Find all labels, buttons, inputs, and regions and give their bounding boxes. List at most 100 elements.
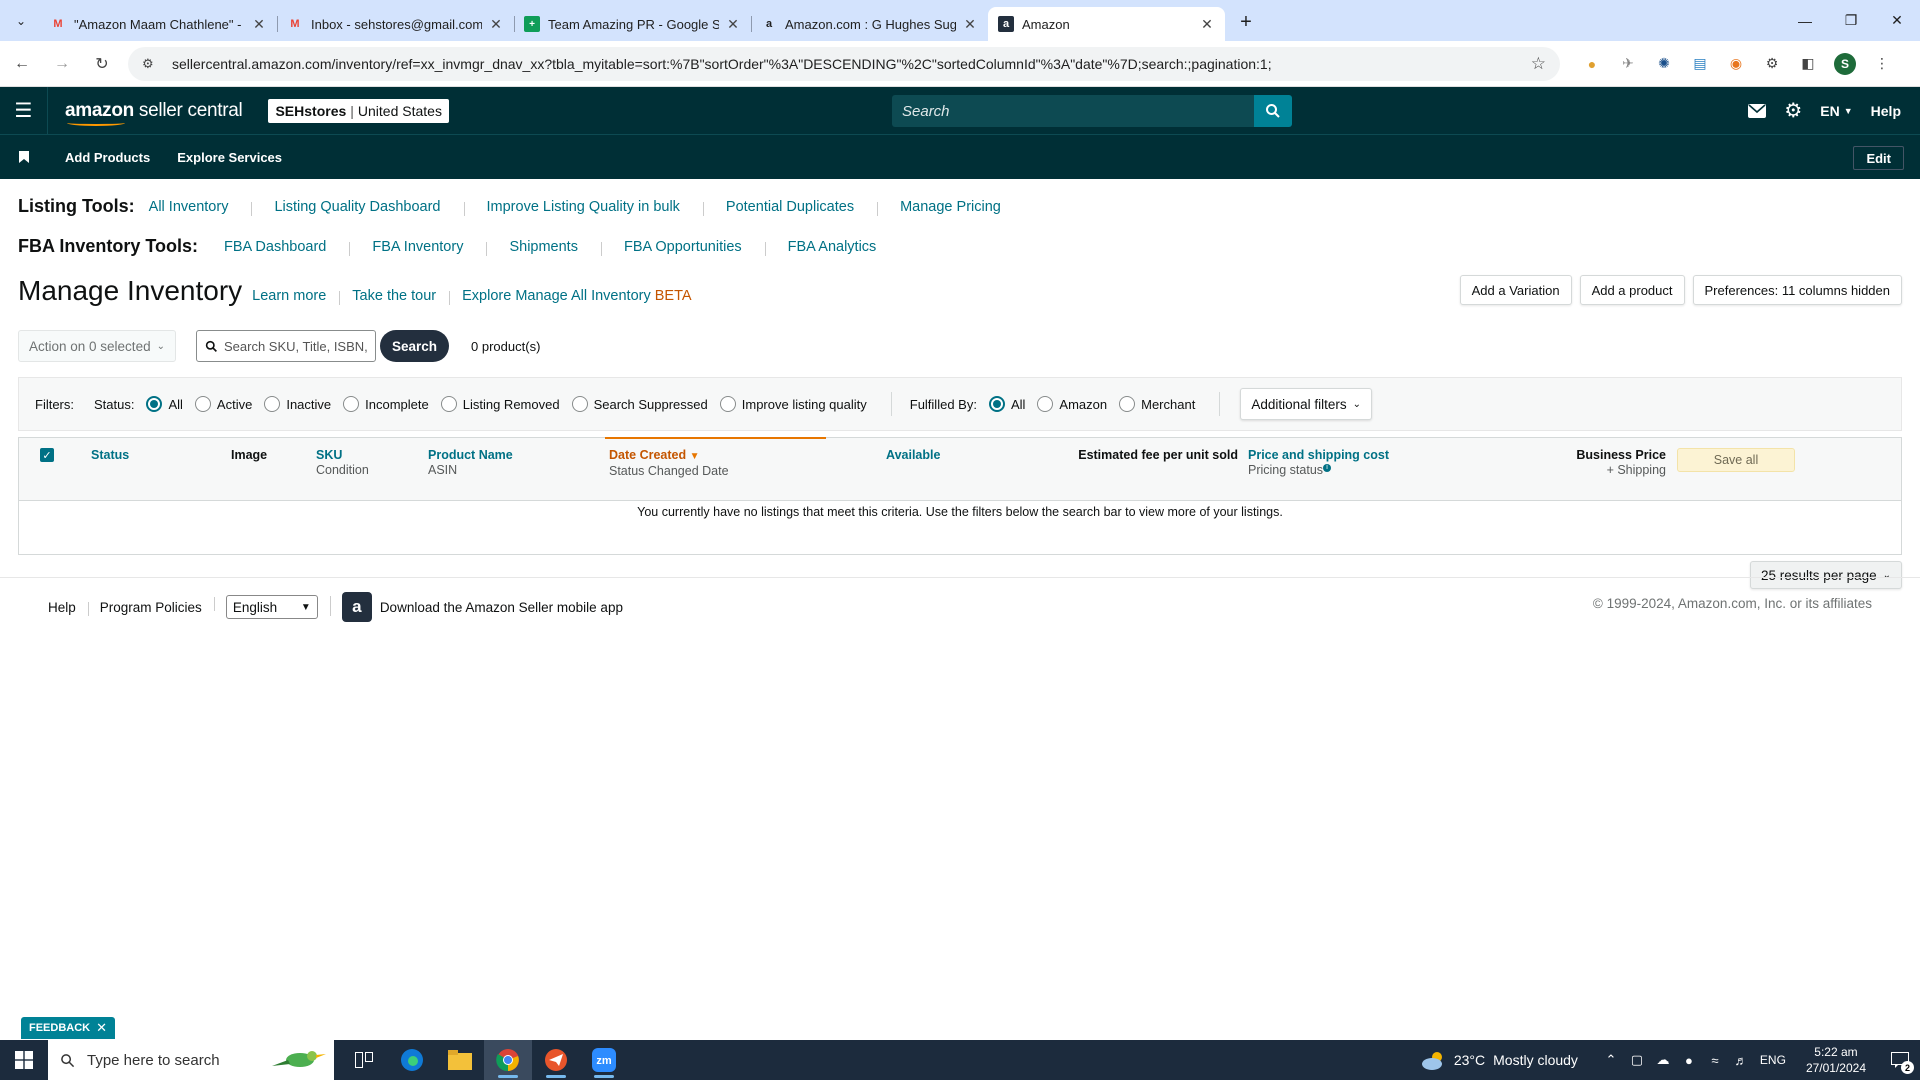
restore-icon[interactable]: ❐ [1828,0,1874,41]
footer-help-link[interactable]: Help [48,600,88,615]
zoom-app-icon[interactable]: zm [580,1040,628,1080]
extension-icon[interactable]: ✺ [1651,51,1677,77]
onedrive-icon[interactable]: ☁ [1651,1052,1675,1068]
link-improve-listing-quality[interactable]: Improve Listing Quality in bulk [463,199,703,216]
language-selector[interactable]: EN ▼ [1820,103,1852,119]
link-listing-quality-dashboard[interactable]: Listing Quality Dashboard [251,199,463,216]
store-switcher[interactable]: SEHstores | United States [268,98,449,123]
close-icon[interactable]: ✕ [725,16,741,33]
save-all-button[interactable]: Save all [1677,448,1795,472]
column-product-name[interactable]: Product Name ASIN [428,448,513,478]
address-bar[interactable]: ⚙ sellercentral.amazon.com/inventory/ref… [128,46,1560,81]
status-radio-active[interactable] [194,396,211,412]
microphone-icon[interactable]: ● [1677,1053,1701,1068]
column-sku[interactable]: SKU Condition [316,448,369,478]
column-date-created[interactable]: Date Created ▼ Status Changed Date [609,448,729,479]
nav-add-products[interactable]: Add Products [65,150,150,165]
learn-more-link[interactable]: Learn more [250,288,339,304]
weather-widget[interactable]: 23°C Mostly cloudy [1420,1050,1578,1070]
minimize-icon[interactable]: — [1782,0,1828,41]
taskbar-search[interactable]: Type here to search [48,1040,334,1080]
add-variation-button[interactable]: Add a Variation [1459,275,1572,305]
link-manage-pricing[interactable]: Manage Pricing [877,199,1024,216]
forward-arrow-icon[interactable]: → [44,46,80,82]
tab-search-chevron-icon[interactable]: ⌄ [6,6,36,36]
extension-icon[interactable]: ● [1579,51,1605,77]
site-info-icon[interactable]: ⚙ [142,56,160,72]
status-radio-listing-removed[interactable] [440,396,457,412]
bookmark-icon[interactable] [0,151,48,163]
take-tour-link[interactable]: Take the tour [339,288,449,305]
file-explorer-icon[interactable] [436,1040,484,1080]
link-fba-opportunities[interactable]: FBA Opportunities [600,239,765,256]
browser-tab[interactable]: a Amazon.com : G Hughes Sugar ✕ [751,7,988,41]
link-fba-dashboard[interactable]: FBA Dashboard [224,239,349,255]
fulfilled-radio-merchant[interactable] [1119,396,1136,412]
messaging-app-icon[interactable] [532,1040,580,1080]
close-icon[interactable]: ✕ [1199,16,1215,33]
close-icon[interactable]: ✕ [251,16,267,33]
mobile-app-download[interactable]: a Download the Amazon Seller mobile app [329,592,623,622]
meet-now-icon[interactable]: ▢ [1625,1052,1649,1068]
browser-tab-active[interactable]: a Amazon ✕ [988,7,1225,41]
task-view-icon[interactable] [340,1040,388,1080]
side-panel-icon[interactable]: ◧ [1795,51,1821,77]
status-radio-incomplete[interactable] [343,396,360,412]
gear-icon[interactable]: ⚙ [1784,98,1802,123]
mail-icon[interactable] [1748,103,1767,118]
taskbar-clock[interactable]: 5:22 am 27/01/2024 [1806,1044,1866,1076]
link-potential-duplicates[interactable]: Potential Duplicates [702,199,877,216]
extension-icon[interactable]: ◉ [1723,51,1749,77]
status-radio-search-suppressed[interactable] [571,396,588,412]
footer-language-select[interactable]: English ▼ [225,595,318,619]
link-fba-analytics[interactable]: FBA Analytics [764,239,900,256]
feedback-tab[interactable]: FEEDBACK ✕ [21,1017,116,1039]
link-all-inventory[interactable]: All Inventory [149,199,252,215]
chrome-icon[interactable] [484,1040,532,1080]
reload-icon[interactable]: ↻ [84,46,120,82]
more-menu-icon[interactable]: ⋮ [1869,51,1895,77]
bookmark-star-icon[interactable]: ☆ [1531,54,1546,74]
hamburger-menu-icon[interactable]: ☰ [0,87,48,134]
wifi-icon[interactable]: ≈ [1703,1053,1727,1068]
close-icon[interactable]: ✕ [962,16,978,33]
edit-button[interactable]: Edit [1853,146,1904,170]
nav-explore-services[interactable]: Explore Services [177,150,282,165]
header-search-input[interactable] [892,95,1254,127]
status-radio-all[interactable] [146,396,163,412]
info-icon[interactable]: i [1323,463,1332,472]
chevron-up-icon[interactable]: ⌃ [1599,1052,1623,1068]
footer-program-policies-link[interactable]: Program Policies [87,600,214,616]
extension-icon[interactable]: ▤ [1687,51,1713,77]
close-icon[interactable]: ✕ [96,1020,107,1036]
back-arrow-icon[interactable]: ← [4,46,40,82]
windows-start-icon[interactable] [0,1040,48,1080]
search-icon[interactable] [1254,95,1292,127]
bulk-action-dropdown[interactable]: Action on 0 selected ⌄ [18,330,176,362]
select-all-checkbox[interactable]: ✓ [40,448,54,462]
notification-center-icon[interactable]: 2 [1880,1040,1920,1080]
link-fba-inventory[interactable]: FBA Inventory [349,239,486,256]
explore-manage-all-inventory-link[interactable]: Explore Manage All Inventory BETA [449,288,704,305]
link-shipments[interactable]: Shipments [486,239,601,256]
close-icon[interactable]: ✕ [488,16,504,33]
inventory-search-button[interactable]: Search [380,330,450,362]
column-available[interactable]: Available [886,448,940,463]
seller-central-logo[interactable]: amazon seller central [65,100,243,126]
column-status[interactable]: Status [91,448,129,463]
window-close-icon[interactable]: ✕ [1874,0,1920,41]
puzzle-icon[interactable]: ⚙ [1759,51,1785,77]
extension-icon[interactable]: ✈ [1615,51,1641,77]
fulfilled-radio-amazon[interactable] [1037,396,1054,412]
column-price[interactable]: Price and shipping cost Pricing status i [1248,448,1389,478]
input-language[interactable]: ENG [1755,1053,1791,1067]
status-radio-inactive[interactable] [264,396,281,412]
browser-tab[interactable]: M "Amazon Maam Chathlene" - c ✕ [40,7,277,41]
add-product-button[interactable]: Add a product [1579,275,1685,305]
volume-icon[interactable]: ♬ [1729,1053,1753,1068]
inventory-search-input[interactable] [224,338,374,354]
browser-tab[interactable]: + Team Amazing PR - Google She ✕ [514,7,751,41]
fulfilled-radio-all[interactable] [988,396,1005,412]
help-link[interactable]: Help [1871,103,1901,119]
additional-filters-button[interactable]: Additional filters ⌄ [1240,388,1373,420]
